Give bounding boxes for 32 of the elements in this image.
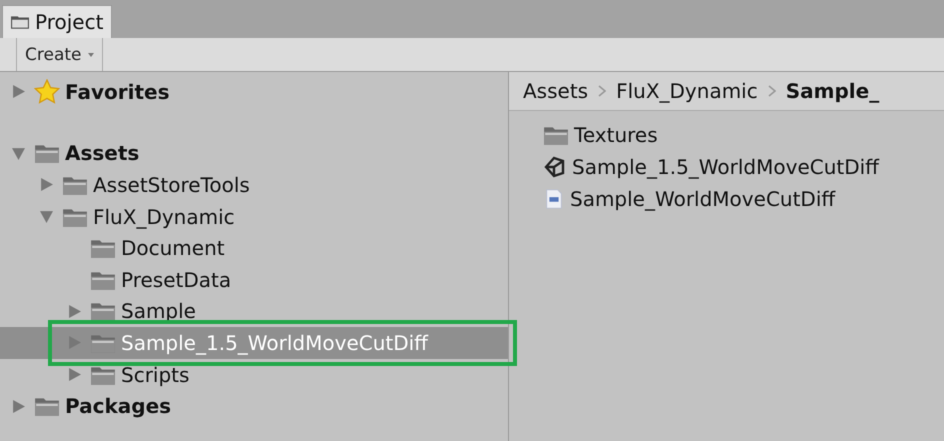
asset-item[interactable]: Sample_1.5_WorldMoveCutDiff [572, 155, 879, 179]
project-tab[interactable]: Project [2, 5, 112, 38]
expanded-arrow-icon[interactable] [12, 146, 25, 160]
expanded-arrow-icon[interactable] [40, 210, 53, 224]
caret-icon [88, 52, 94, 56]
chevron-icon [598, 85, 606, 97]
collapsed-arrow-icon[interactable] [68, 304, 81, 318]
collapsed-arrow-icon[interactable] [12, 400, 25, 413]
star-icon [34, 78, 60, 105]
tree-item[interactable]: Packages [65, 394, 172, 418]
folder-icon [11, 15, 29, 29]
tree-item[interactable]: Document [121, 236, 225, 260]
asset-item[interactable]: Textures [574, 123, 658, 147]
cube-logo-icon [543, 155, 567, 179]
tree-item[interactable]: Sample [121, 299, 196, 324]
collapsed-arrow-icon[interactable] [68, 368, 81, 382]
tree-item[interactable]: PresetData [121, 268, 232, 292]
breadcrumb-item[interactable]: Assets [523, 79, 588, 103]
asset-item[interactable]: Sample_WorldMoveCutDiff [570, 187, 836, 211]
script-file-icon [543, 188, 565, 210]
tree-item[interactable]: Assets [65, 141, 140, 166]
tree-item[interactable]: Favorites [65, 80, 170, 104]
tree-item[interactable]: Scripts [121, 362, 190, 387]
collapsed-arrow-icon[interactable] [12, 85, 25, 98]
chevron-icon [768, 85, 776, 97]
create-dropdown[interactable]: Create [16, 38, 102, 71]
breadcrumb-item[interactable]: Sample_ [786, 79, 880, 103]
breadcrumb-item[interactable]: FluX_Dynamic [616, 79, 758, 103]
tree-item[interactable]: AssetStoreTools [93, 172, 250, 197]
collapsed-arrow-icon[interactable] [68, 336, 81, 350]
tree-item[interactable]: FluX_Dynamic [93, 204, 235, 229]
collapsed-arrow-icon[interactable] [40, 178, 53, 192]
